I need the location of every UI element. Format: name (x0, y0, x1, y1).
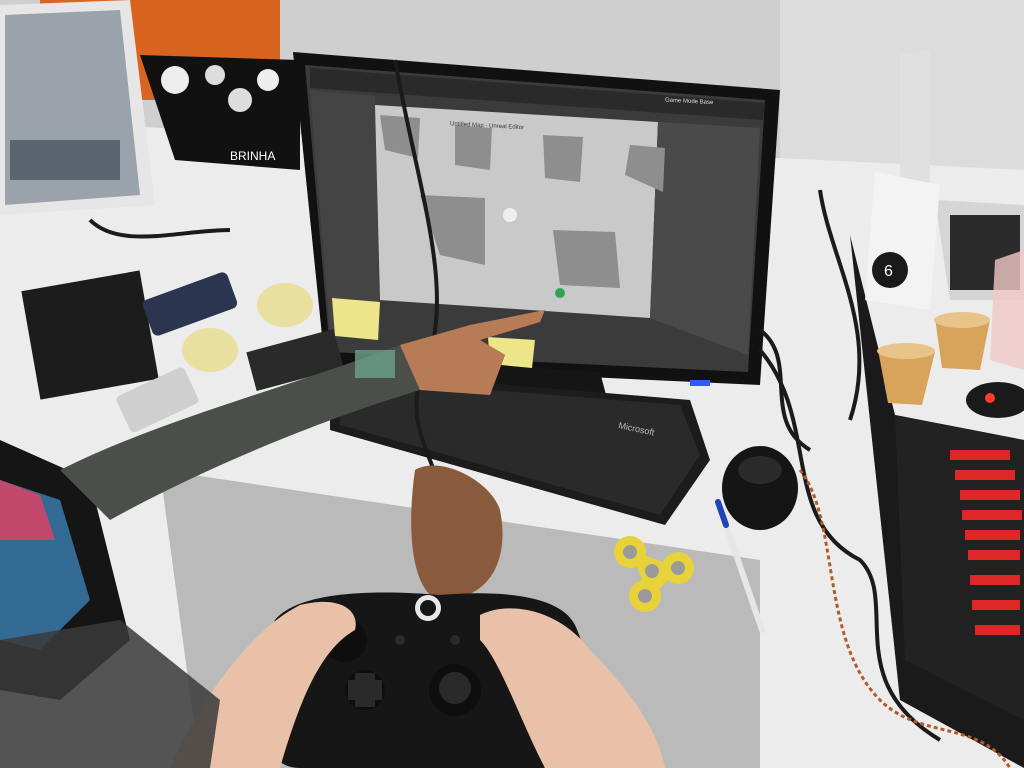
menu-button[interactable] (450, 635, 460, 645)
badge-number: 6 (884, 263, 893, 280)
player-start-marker (555, 288, 565, 298)
black-mousepad (21, 270, 159, 400)
tape-roll-1 (257, 283, 313, 327)
water-bottle (990, 250, 1024, 370)
player-character (503, 208, 517, 222)
scene-svg: BRINHA Microsoft 6 (0, 0, 1024, 768)
photo-scene: BRINHA Microsoft 6 Game Mode Base Untitl… (0, 0, 1024, 768)
editor-details-panel (650, 122, 760, 355)
monitor-power-led (690, 380, 710, 386)
sticker-text: BRINHA (230, 149, 275, 163)
left-monitor (0, 0, 155, 215)
sticky-note-left (332, 298, 380, 340)
view-button[interactable] (395, 635, 405, 645)
tablet-stand: 6 (865, 172, 940, 310)
wristband (355, 350, 395, 378)
tape-roll-2 (182, 328, 238, 372)
